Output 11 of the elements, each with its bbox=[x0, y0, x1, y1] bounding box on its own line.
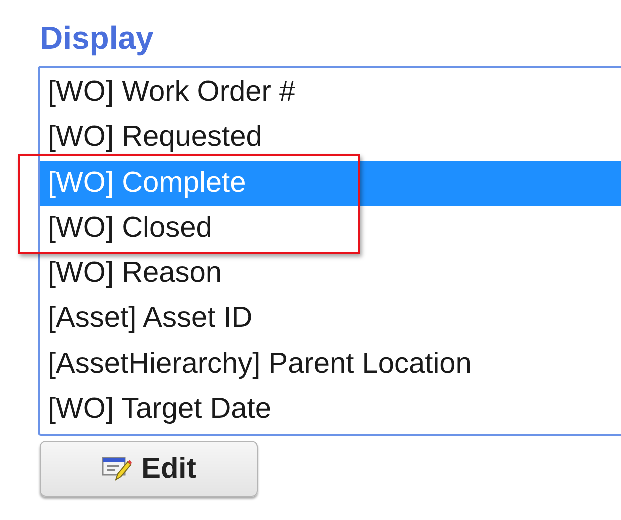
list-item[interactable]: [WO] Requested bbox=[40, 115, 621, 161]
field-listbox[interactable]: [WO] Work Order # [WO] Requested [WO] Complete [WO] Closed [WO] Reason [Asset] Asset ID [AssetHierarchy] Parent Location [WO] Target Date bbox=[38, 66, 621, 436]
list-item[interactable]: [WO] Work Order # bbox=[40, 70, 621, 116]
list-item[interactable]: [Asset] Asset ID bbox=[40, 296, 621, 342]
list-item[interactable]: [AssetHierarchy] Parent Location bbox=[40, 342, 621, 388]
edit-button[interactable]: Edit bbox=[40, 441, 258, 497]
list-item[interactable]: [WO] Reason bbox=[40, 251, 621, 296]
list-item[interactable]: [WO] Target Date bbox=[40, 387, 621, 432]
edit-icon bbox=[102, 455, 132, 483]
section-heading: Display bbox=[40, 19, 154, 58]
list-item[interactable]: [WO] Closed bbox=[40, 206, 621, 252]
